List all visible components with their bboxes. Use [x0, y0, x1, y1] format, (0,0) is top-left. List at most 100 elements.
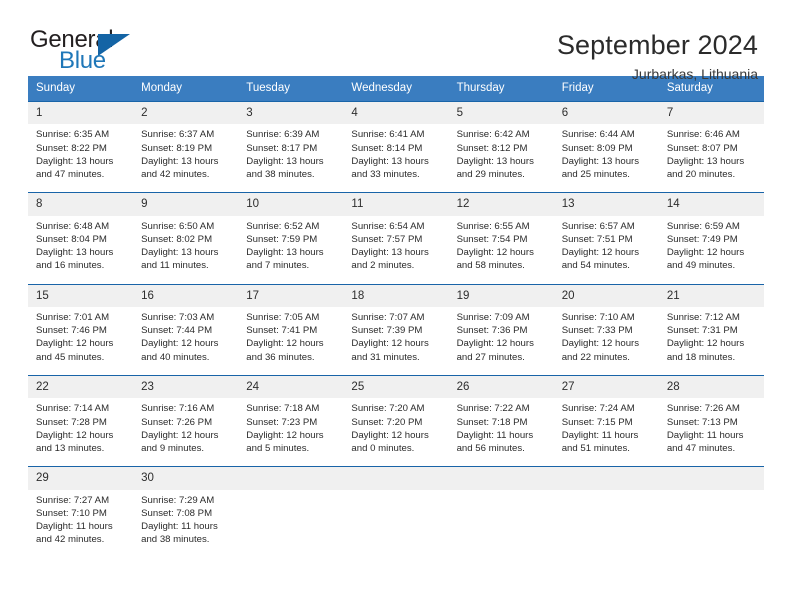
day-info-line: Sunrise: 6:48 AM [36, 220, 110, 232]
day-cell[interactable]: Sunrise: 6:48 AM Sunset: 8:04 PM Daylight:… [28, 216, 133, 284]
day-cell[interactable]: Sunrise: 6:55 AM Sunset: 7:54 PM Daylight:… [449, 216, 554, 284]
day-number[interactable]: 7 [659, 102, 764, 124]
day-info-line: Daylight: 11 hours [141, 521, 218, 533]
day-number[interactable]: 20 [554, 285, 659, 307]
day-info-line: and 36 minutes. [246, 351, 315, 363]
day-info-line: and 47 minutes. [666, 443, 736, 455]
day-number[interactable]: 10 [238, 193, 343, 215]
day-info-line: Daylight: 11 hours [666, 429, 744, 441]
day-number[interactable]: 25 [343, 376, 448, 398]
day-info-line: and 0 minutes. [351, 443, 415, 455]
day-cell[interactable]: Sunrise: 6:37 AM Sunset: 8:19 PM Daylight:… [133, 124, 238, 192]
day-info-line: Daylight: 12 hours [666, 247, 745, 259]
day-info-line: Sunrise: 6:59 AM [666, 220, 740, 232]
day-number[interactable]: 29 [28, 467, 133, 489]
day-cell[interactable]: Sunrise: 6:44 AM Sunset: 8:09 PM Daylight:… [554, 124, 659, 192]
day-number[interactable]: 27 [554, 376, 659, 398]
weekday-header-thursday: Thursday [456, 82, 505, 94]
day-number[interactable]: 18 [343, 285, 448, 307]
day-info-line: Sunset: 7:49 PM [666, 233, 738, 245]
day-info-line: Sunset: 8:22 PM [36, 142, 107, 154]
day-cell[interactable]: Sunrise: 6:35 AM Sunset: 8:22 PM Daylight:… [28, 124, 133, 192]
day-cell[interactable]: Sunrise: 7:16 AM Sunset: 7:26 PM Daylight:… [133, 398, 238, 466]
day-info-line: Sunrise: 6:52 AM [246, 220, 320, 232]
day-number[interactable]: 2 [133, 102, 238, 124]
day-info-line: Daylight: 12 hours [456, 247, 534, 259]
day-cell[interactable]: Sunrise: 6:52 AM Sunset: 7:59 PM Daylight:… [238, 216, 343, 284]
day-number[interactable]: 16 [133, 285, 238, 307]
day-number[interactable]: 22 [28, 376, 133, 398]
day-cell[interactable]: Sunrise: 7:12 AM Sunset: 7:31 PM Daylight:… [659, 307, 764, 375]
day-number[interactable]: 8 [28, 193, 133, 215]
day-cell[interactable]: Sunrise: 7:24 AM Sunset: 7:15 PM Daylight:… [554, 398, 659, 466]
day-cell[interactable]: Sunrise: 6:59 AM Sunset: 7:49 PM Daylight:… [659, 216, 764, 284]
day-cell[interactable]: Sunrise: 6:39 AM Sunset: 8:17 PM Daylight:… [238, 124, 343, 192]
day-info-line: and 40 minutes. [141, 351, 210, 363]
day-number[interactable]: 11 [343, 193, 448, 215]
week-detail-band: Sunrise: 7:01 AM Sunset: 7:46 PM Daylight:… [28, 307, 764, 376]
day-cell[interactable]: Sunrise: 6:57 AM Sunset: 7:51 PM Daylight:… [554, 216, 659, 284]
day-number[interactable]: 23 [133, 376, 238, 398]
day-cell[interactable]: Sunrise: 7:26 AM Sunset: 7:13 PM Daylight:… [659, 398, 764, 466]
day-number[interactable]: 13 [554, 193, 659, 215]
day-number[interactable]: 26 [449, 376, 554, 398]
day-number[interactable]: 3 [238, 102, 343, 124]
day-info-line: Sunrise: 6:44 AM [561, 129, 635, 141]
day-number[interactable]: 4 [343, 102, 448, 124]
day-number[interactable]: 9 [133, 193, 238, 215]
page-header: General Blue September 2024 Jurbarkas, L… [0, 0, 792, 83]
day-info-line: Sunrise: 6:37 AM [141, 129, 215, 141]
day-number[interactable]: 15 [28, 285, 133, 307]
day-number[interactable]: 12 [449, 193, 554, 215]
day-cell[interactable]: Sunrise: 7:18 AM Sunset: 7:23 PM Daylight:… [238, 398, 343, 466]
day-cell[interactable]: Sunrise: 7:01 AM Sunset: 7:46 PM Daylight:… [28, 307, 133, 375]
day-number[interactable]: 28 [659, 376, 764, 398]
day-number[interactable]: 21 [659, 285, 764, 307]
day-info-line: Sunrise: 7:24 AM [561, 403, 635, 415]
day-cell[interactable]: Sunrise: 6:54 AM Sunset: 7:57 PM Daylight:… [343, 216, 448, 284]
day-info-line: Sunset: 8:02 PM [141, 233, 213, 245]
day-info-line: Sunset: 7:33 PM [561, 325, 633, 337]
day-cell[interactable]: Sunrise: 7:14 AM Sunset: 7:28 PM Daylight:… [28, 398, 133, 466]
day-info-line: and 54 minutes. [561, 260, 630, 272]
day-cell[interactable]: Sunrise: 7:05 AM Sunset: 7:41 PM Daylight:… [238, 307, 343, 375]
day-cell[interactable]: Sunrise: 6:41 AM Sunset: 8:14 PM Daylight:… [343, 124, 448, 192]
week-detail-band: Sunrise: 7:27 AM Sunset: 7:10 PM Daylight:… [28, 489, 764, 558]
day-number[interactable]: 5 [449, 102, 554, 124]
day-cell[interactable]: Sunrise: 6:50 AM Sunset: 8:02 PM Daylight:… [133, 216, 238, 284]
day-info-line: Sunset: 8:17 PM [246, 142, 318, 154]
weekday-header-row: Sunday Monday Tuesday Wednesday Thursday Frid… [28, 76, 764, 101]
day-cell-empty [449, 490, 554, 558]
day-cell[interactable]: Sunrise: 7:10 AM Sunset: 7:33 PM Daylight:… [554, 307, 659, 375]
day-info-line: and 38 minutes. [246, 168, 315, 180]
day-cell[interactable]: Sunrise: 7:20 AM Sunset: 7:20 PM Daylight:… [343, 398, 448, 466]
day-number[interactable]: 6 [554, 102, 659, 124]
day-cell[interactable]: Sunrise: 6:46 AM Sunset: 8:07 PM Daylight:… [659, 124, 764, 192]
day-number[interactable]: 17 [238, 285, 343, 307]
day-number[interactable]: 14 [659, 193, 764, 215]
day-info-line: Daylight: 13 hours [351, 155, 429, 167]
day-cell[interactable]: Sunrise: 6:42 AM Sunset: 8:12 PM Daylight:… [449, 124, 554, 192]
day-cell[interactable]: Sunrise: 7:07 AM Sunset: 7:39 PM Daylight:… [343, 307, 448, 375]
day-info-line: Sunrise: 6:42 AM [456, 129, 530, 141]
day-number[interactable]: 30 [133, 467, 238, 489]
day-cell[interactable]: Sunrise: 7:29 AM Sunset: 7:08 PM Daylight:… [133, 490, 238, 558]
day-cell[interactable]: Sunrise: 7:09 AM Sunset: 7:36 PM Daylight:… [449, 307, 554, 375]
day-info-line: Sunrise: 7:09 AM [456, 312, 530, 324]
day-number[interactable]: 19 [449, 285, 554, 307]
day-info-line: Sunrise: 7:07 AM [351, 312, 425, 324]
day-info-line: and 7 minutes. [246, 260, 310, 272]
weekday-header-friday: Friday [561, 82, 594, 94]
day-info-line: Sunrise: 7:12 AM [666, 312, 740, 324]
day-info-line: Sunrise: 7:14 AM [36, 403, 110, 415]
day-cell[interactable]: Sunrise: 7:03 AM Sunset: 7:44 PM Daylight:… [133, 307, 238, 375]
day-info-line: and 9 minutes. [141, 443, 205, 455]
day-cell[interactable]: Sunrise: 7:27 AM Sunset: 7:10 PM Daylight:… [28, 490, 133, 558]
day-info-line: and 51 minutes. [561, 443, 630, 455]
day-info-line: Sunrise: 7:01 AM [36, 312, 110, 324]
day-cell[interactable]: Sunrise: 7:22 AM Sunset: 7:18 PM Daylight:… [449, 398, 554, 466]
week-daynumber-band: 1234567 [28, 101, 764, 125]
day-info-line: and 29 minutes. [456, 168, 525, 180]
day-number[interactable]: 1 [28, 102, 133, 124]
day-number[interactable]: 24 [238, 376, 343, 398]
